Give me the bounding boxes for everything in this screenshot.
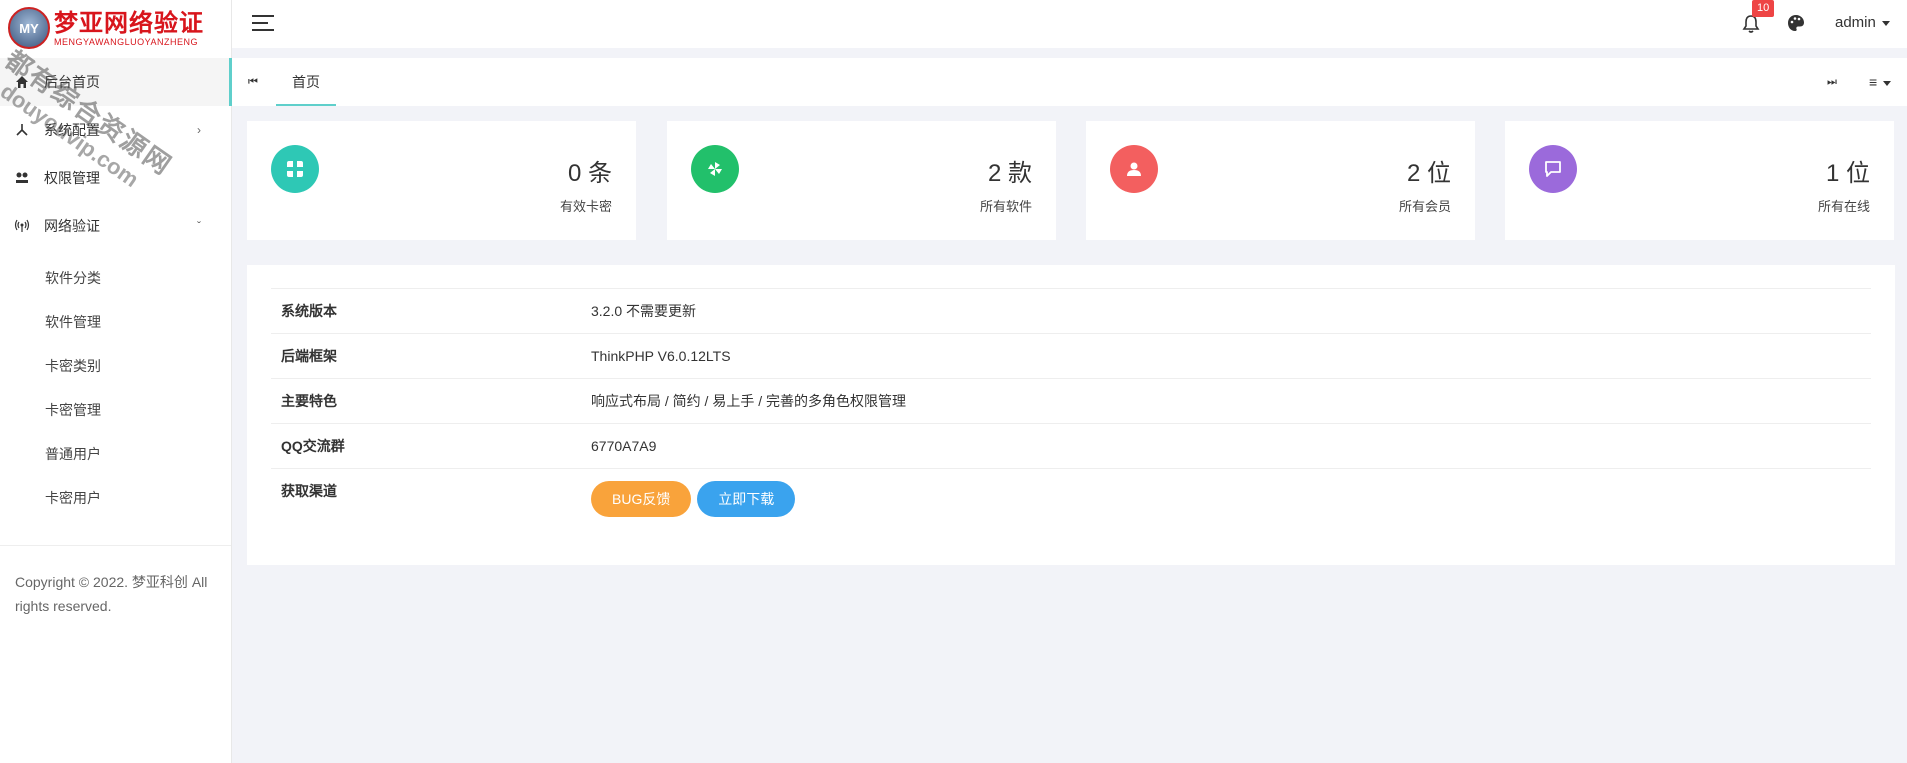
palette-icon[interactable] <box>1787 14 1805 32</box>
info-key: 获取渠道 <box>281 483 337 499</box>
info-actions: BUG反馈 立即下载 <box>591 481 797 517</box>
stat-value: 1 位 <box>1825 160 1870 187</box>
sidebar-subitem-card-category[interactable]: 卡密类别 <box>0 344 231 388</box>
sidebar-subitem-card-manage[interactable]: 卡密管理 <box>0 388 231 432</box>
tab-home[interactable]: 首页 <box>276 58 336 106</box>
stat-label: 所有在线 <box>1817 199 1870 214</box>
sidebar-item-label: 网络验证 <box>44 218 100 234</box>
sidebar-item-dashboard[interactable]: 后台首页 <box>0 58 231 106</box>
sidebar-subitem-software-category[interactable]: 软件分类 <box>0 256 231 300</box>
wifi-broadcast-icon <box>14 218 30 234</box>
stat-card-members: 2 位 所有会员 <box>1086 121 1475 240</box>
info-key: 后端框架 <box>281 348 337 364</box>
info-value: ThinkPHP V6.0.12LTS <box>591 348 731 364</box>
system-info-panel: 系统版本 3.2.0 不需要更新 后端框架 ThinkPHP V6.0.12LT… <box>247 265 1895 565</box>
info-value: 响应式布局 / 简约 / 易上手 / 完善的多角色权限管理 <box>591 393 907 409</box>
download-button[interactable]: 立即下载 <box>697 481 796 517</box>
sidebar-item-network-auth[interactable]: 网络验证 ˇ <box>0 202 231 250</box>
info-key: QQ交流群 <box>281 438 345 454</box>
sidebar-item-system-config[interactable]: 系统配置 › <box>0 106 231 154</box>
copyright: Copyright © 2022. 梦亚科创 All rights reserv… <box>15 574 208 614</box>
logo-title: 梦亚网络验证 <box>54 7 204 37</box>
tab-menu-glyph: ≡ <box>1869 74 1878 90</box>
caret-down-icon <box>1883 80 1892 86</box>
info-key: 系统版本 <box>281 303 337 319</box>
hamburger-menu-icon[interactable] <box>252 15 274 33</box>
sidebar-subitem-software-manage[interactable]: 软件管理 <box>0 300 231 344</box>
table-row: 获取渠道 BUG反馈 立即下载 <box>271 469 1871 517</box>
sidebar-divider <box>0 545 231 546</box>
settings-fork-icon <box>14 122 30 138</box>
logo-text: 梦亚网络验证 MENGYAWANGLUOYANZHENG <box>54 7 204 48</box>
stat-card-valid-cards: 0 条 有效卡密 <box>247 121 636 240</box>
system-info-table: 系统版本 3.2.0 不需要更新 后端框架 ThinkPHP V6.0.12LT… <box>271 288 1871 517</box>
notification-badge: 10 <box>1752 0 1775 17</box>
user-menu[interactable]: admin <box>1835 14 1890 31</box>
table-row: QQ交流群 6770A7A9 <box>271 424 1871 469</box>
logo[interactable]: MY 梦亚网络验证 MENGYAWANGLUOYANZHENG <box>0 0 231 56</box>
stat-label: 所有软件 <box>979 199 1032 214</box>
chevron-right-icon: › <box>197 123 201 137</box>
table-row: 主要特色 响应式布局 / 简约 / 易上手 / 完善的多角色权限管理 <box>271 379 1871 424</box>
permission-icon <box>14 170 30 186</box>
sidebar-item-permissions[interactable]: 权限管理 <box>0 154 231 202</box>
caret-down-icon <box>1881 20 1890 26</box>
sidebar-subitem-normal-users[interactable]: 普通用户 <box>0 432 231 476</box>
info-value: 3.2.0 不需要更新 <box>591 303 697 319</box>
stat-value: 2 款 <box>987 160 1032 187</box>
logo-badge: MY <box>8 7 50 49</box>
pinwheel-icon <box>691 145 739 193</box>
card-icon <box>271 145 319 193</box>
bell-icon[interactable] <box>1742 14 1760 34</box>
table-row: 系统版本 3.2.0 不需要更新 <box>271 289 1871 334</box>
sidebar-subitem-card-users[interactable]: 卡密用户 <box>0 476 231 520</box>
stat-card-software: 2 款 所有软件 <box>667 121 1056 240</box>
sidebar-item-label: 系统配置 <box>44 122 100 138</box>
top-bar: 10 admin <box>232 0 1907 48</box>
chevron-down-icon: ˇ <box>197 219 201 233</box>
info-value[interactable]: 6770A7A9 <box>591 438 656 454</box>
sidebar: MY 梦亚网络验证 MENGYAWANGLUOYANZHENG 后台首页 系统配… <box>0 0 232 763</box>
sidebar-item-label: 后台首页 <box>44 74 100 90</box>
stat-card-online: 1 位 所有在线 <box>1505 121 1894 240</box>
stat-label: 有效卡密 <box>559 199 612 214</box>
info-key: 主要特色 <box>281 393 337 409</box>
bug-feedback-button[interactable]: BUG反馈 <box>591 481 692 517</box>
message-icon <box>1529 145 1577 193</box>
sidebar-menu: 后台首页 系统配置 › 权限管理 网络验证 ˇ 软件分类 软件管理 卡密类别 卡… <box>0 58 231 520</box>
tabs-bar: ⏮ 首页 ⏭ ≡ <box>232 58 1907 106</box>
username: admin <box>1835 14 1876 31</box>
tab-prev-icon[interactable]: ⏮ <box>248 76 258 89</box>
stat-value: 2 位 <box>1406 160 1451 187</box>
home-icon <box>14 74 30 90</box>
tab-next-icon[interactable]: ⏭ <box>1827 76 1837 89</box>
table-row: 后端框架 ThinkPHP V6.0.12LTS <box>271 334 1871 379</box>
stat-value: 0 条 <box>567 160 612 187</box>
logo-subtitle: MENGYAWANGLUOYANZHENG <box>54 36 199 47</box>
stat-label: 所有会员 <box>1398 199 1451 214</box>
sidebar-item-label: 权限管理 <box>44 170 100 186</box>
user-icon <box>1110 145 1158 193</box>
tab-menu-icon[interactable]: ≡ <box>1869 74 1892 90</box>
